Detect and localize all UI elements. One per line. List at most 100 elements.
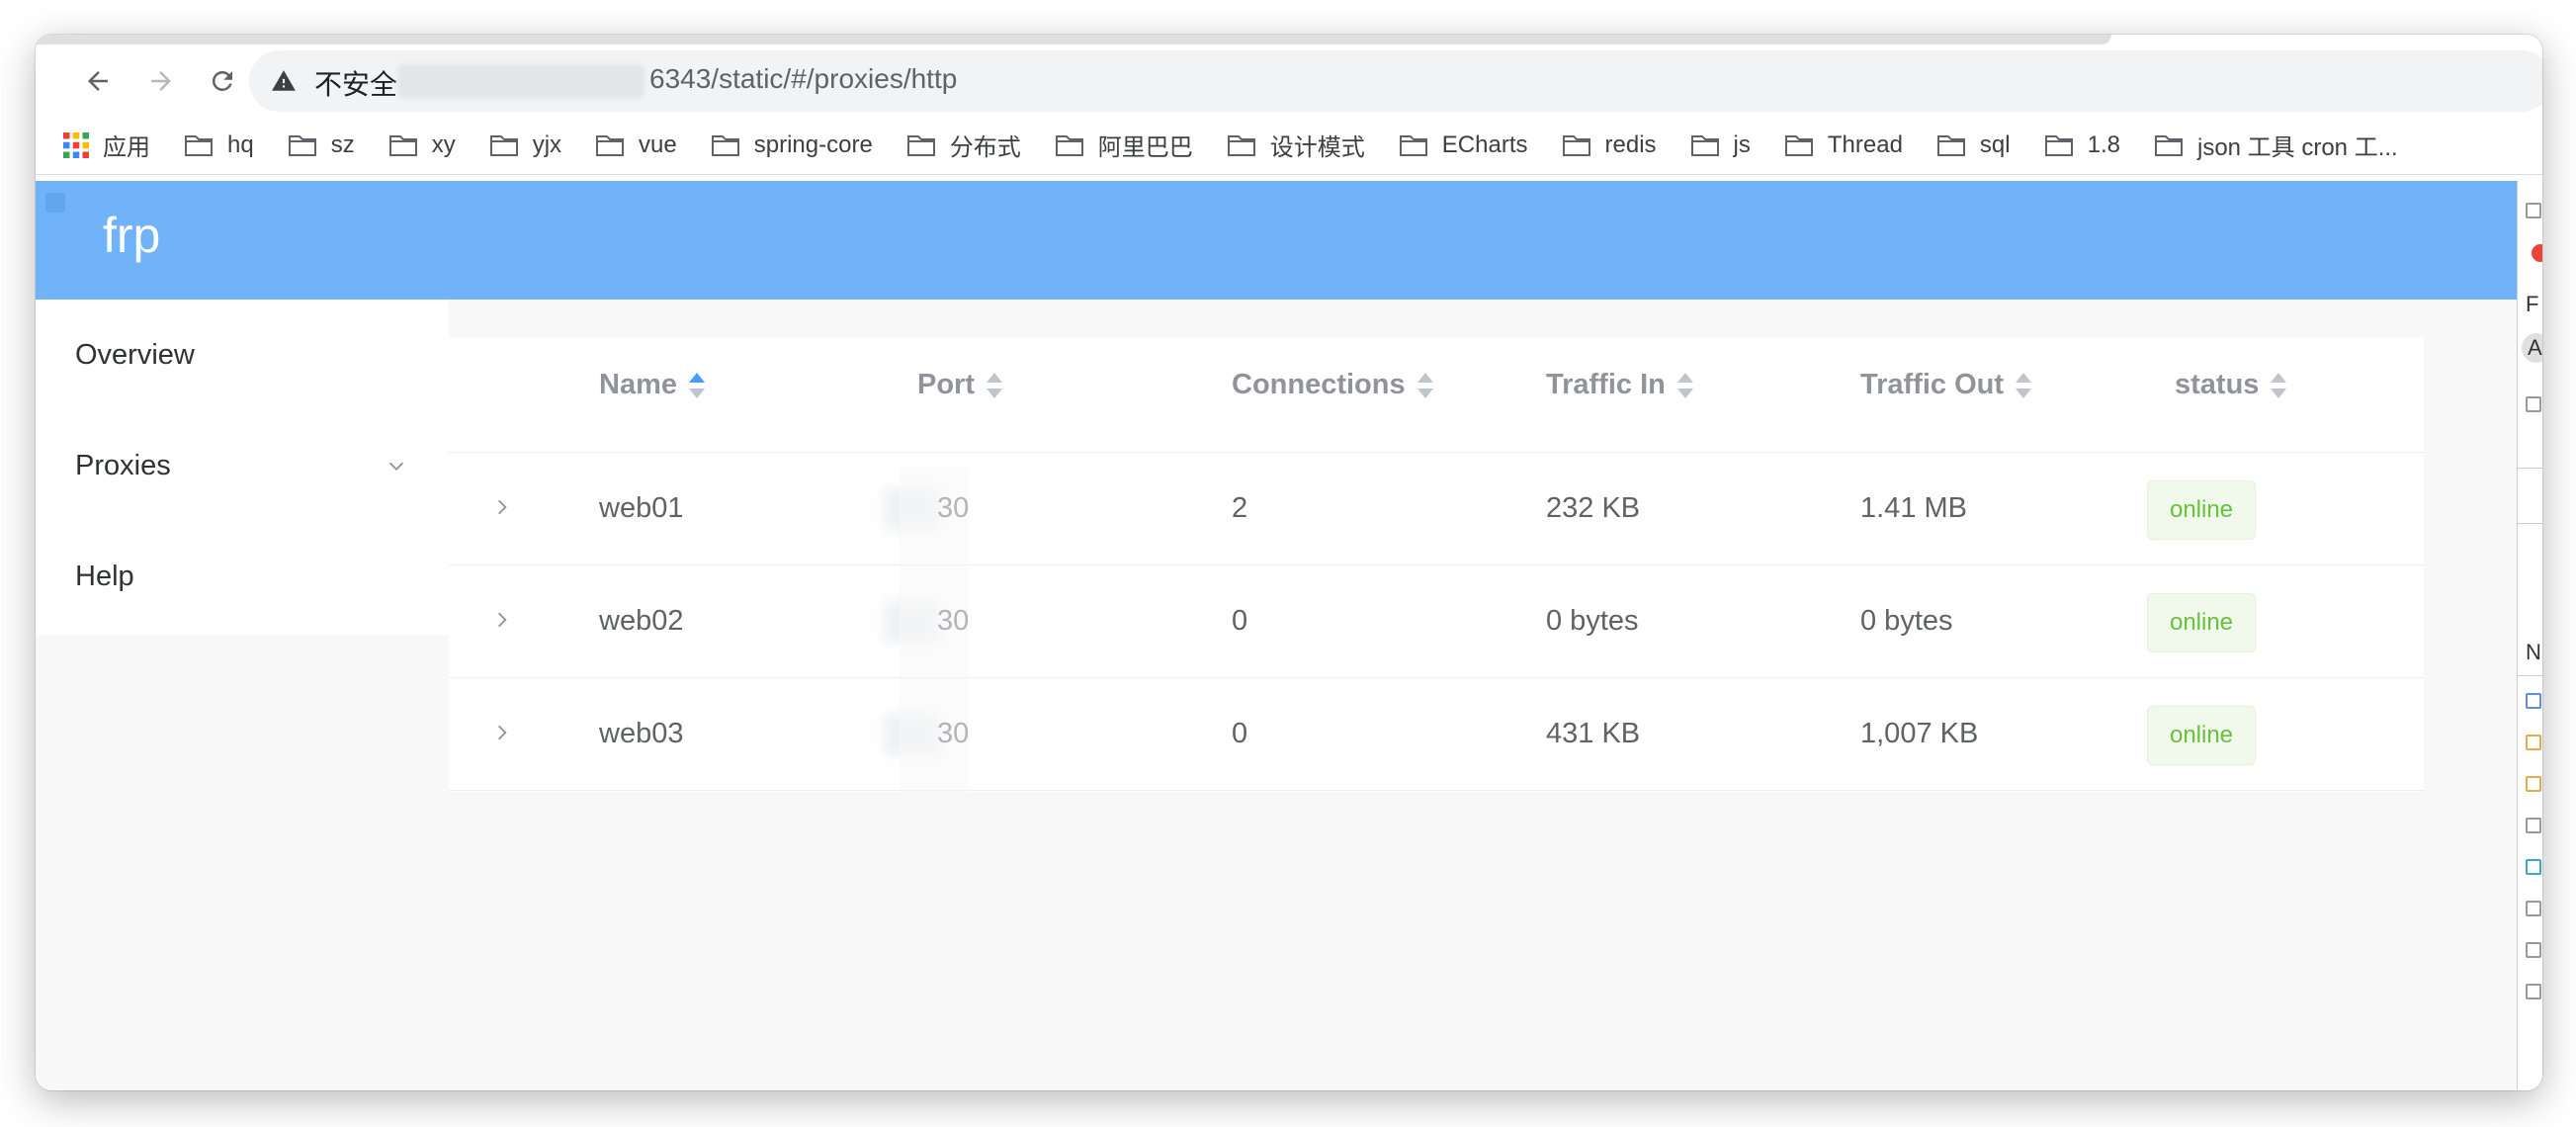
cell-connections: 0 — [1232, 718, 1248, 749]
bookmark-item[interactable]: spring-core — [711, 131, 873, 159]
sort-caret-icon[interactable] — [1676, 372, 1693, 398]
column-header-status[interactable]: status — [2175, 369, 2287, 401]
folder-icon — [1399, 134, 1427, 156]
bookmark-item[interactable]: 1.8 — [2044, 131, 2120, 159]
chevron-right-icon[interactable] — [492, 496, 512, 518]
back-arrow-icon — [88, 71, 108, 91]
bookmarks-bar: 应用 hq sz xy yjx vue spring-core 分布式 阿里巴巴 设计模式 ECha… — [36, 116, 2542, 175]
column-header-connections[interactable]: Connections — [1232, 369, 1433, 401]
bookmark-label: yjx — [532, 130, 562, 158]
folder-icon — [2044, 134, 2073, 156]
cell-traffic-in: 431 KB — [1546, 718, 1641, 749]
bookmark-item[interactable]: js — [1690, 131, 1751, 159]
folder-icon — [711, 134, 739, 156]
column-header-traffic-out[interactable]: Traffic Out — [1860, 369, 2032, 401]
cell-traffic-in: 232 KB — [1546, 492, 1641, 524]
file-icon[interactable] — [2526, 901, 2541, 916]
devtools-pill[interactable]: A — [2522, 333, 2542, 363]
back-button[interactable] — [75, 58, 121, 104]
column-header-port[interactable]: Port — [917, 369, 1002, 401]
bookmark-item[interactable]: vue — [595, 131, 677, 159]
folder-icon — [1936, 134, 1965, 156]
chevron-down-icon[interactable] — [386, 456, 407, 477]
bookmark-item[interactable]: Thread — [1784, 131, 1903, 159]
bookmark-item[interactable]: hq — [184, 131, 254, 159]
folder-icon — [185, 134, 213, 156]
chevron-right-icon[interactable] — [492, 609, 512, 631]
bookmark-item[interactable]: sz — [288, 131, 355, 159]
file-icon[interactable] — [2526, 776, 2541, 792]
file-icon[interactable] — [2526, 735, 2541, 750]
table-row[interactable]: web03300431 KB1,007 KBonline — [449, 677, 2424, 791]
cell-name: web03 — [599, 718, 684, 749]
record-icon[interactable] — [2532, 244, 2542, 262]
reload-button[interactable] — [200, 58, 245, 104]
bookmark-label: 分布式 — [949, 134, 1021, 161]
status-badge: online — [2147, 593, 2256, 652]
sidebar-item-proxies[interactable]: Proxies — [75, 450, 171, 482]
cell-traffic-out: 1.41 MB — [1860, 492, 1967, 524]
cell-connections: 0 — [1232, 605, 1248, 637]
bookmark-item[interactable]: 阿里巴巴 — [1055, 128, 1193, 162]
column-header-traffic-in[interactable]: Traffic In — [1546, 369, 1693, 401]
chevron-right-icon[interactable] — [492, 722, 512, 743]
brand-title: frp — [103, 208, 161, 263]
tab-strip — [36, 35, 2111, 44]
sort-caret-icon[interactable] — [689, 372, 705, 398]
bookmark-item[interactable]: redis — [1562, 131, 1657, 159]
file-icon[interactable] — [2526, 859, 2541, 875]
sort-caret-icon[interactable] — [1417, 372, 1433, 398]
bookmark-label: hq — [227, 130, 254, 158]
bookmark-label: redis — [1604, 130, 1657, 158]
sidebar-item-overview[interactable]: Overview — [75, 339, 195, 372]
bookmark-item[interactable]: ECharts — [1399, 131, 1528, 159]
file-icon[interactable] — [2526, 818, 2541, 833]
column-header-name[interactable]: Name — [599, 369, 705, 401]
bookmark-item[interactable]: 应用 — [63, 128, 150, 162]
cell-traffic-out: 1,007 KB — [1860, 718, 1979, 749]
reload-icon — [212, 70, 232, 91]
file-icon[interactable] — [2526, 984, 2541, 999]
address-bar[interactable]: 不安全 6343/static/#/proxies/http — [249, 50, 2542, 112]
sort-caret-icon[interactable] — [2271, 372, 2287, 398]
bookmark-item[interactable]: json 工具 cron 工... — [2154, 128, 2398, 162]
cell-traffic-out: 0 bytes — [1860, 605, 1953, 637]
status-badge: online — [2147, 706, 2256, 765]
table-row[interactable]: web023000 bytes0 bytesonline — [449, 564, 2424, 677]
bookmark-label: Thread — [1827, 130, 1903, 158]
bookmark-label: 应用 — [103, 134, 150, 161]
bookmark-item[interactable]: sql — [1936, 131, 2011, 159]
url-text: 6343/static/#/proxies/http — [649, 63, 958, 94]
folder-icon — [2154, 134, 2183, 156]
bookmark-label: 阿里巴巴 — [1097, 134, 1193, 161]
sort-caret-icon[interactable] — [987, 372, 1002, 398]
cell-traffic-in: 0 bytes — [1546, 605, 1639, 637]
column-header-label: status — [2175, 369, 2260, 400]
sidebar-item-help[interactable]: Help — [75, 561, 134, 593]
folder-icon — [906, 134, 935, 156]
devtools-panel: F A N — [2517, 181, 2542, 1090]
file-icon[interactable] — [2526, 693, 2541, 709]
file-icon[interactable] — [2526, 942, 2541, 958]
cell-connections: 2 — [1232, 492, 1248, 524]
devtools-square-icon[interactable] — [2526, 203, 2541, 218]
app-header: frp — [36, 181, 2517, 300]
forward-button[interactable] — [138, 58, 184, 104]
bookmark-item[interactable]: xy — [388, 131, 456, 159]
bookmark-item[interactable]: yjx — [489, 131, 561, 159]
devtools-divider — [2518, 675, 2542, 676]
bookmark-label: js — [1733, 130, 1751, 158]
table-row[interactable]: web01302232 KB1.41 MBonline — [449, 452, 2424, 564]
folder-icon — [1055, 134, 1083, 156]
bookmark-item[interactable]: 设计模式 — [1227, 128, 1365, 162]
column-header-label: Port — [917, 369, 975, 400]
sidebar-menu: Overview Proxies Help — [36, 300, 449, 636]
folder-icon — [489, 134, 518, 156]
sort-caret-icon[interactable] — [2016, 372, 2032, 398]
devtools-checkbox-icon[interactable] — [2526, 396, 2541, 412]
browser-window: 不安全 6343/static/#/proxies/http 应用 hq sz xy y… — [36, 35, 2542, 1090]
menu-toggle[interactable] — [45, 193, 65, 213]
column-header-label: Traffic Out — [1860, 369, 2005, 400]
status-badge: online — [2147, 480, 2256, 540]
bookmark-item[interactable]: 分布式 — [906, 128, 1021, 162]
